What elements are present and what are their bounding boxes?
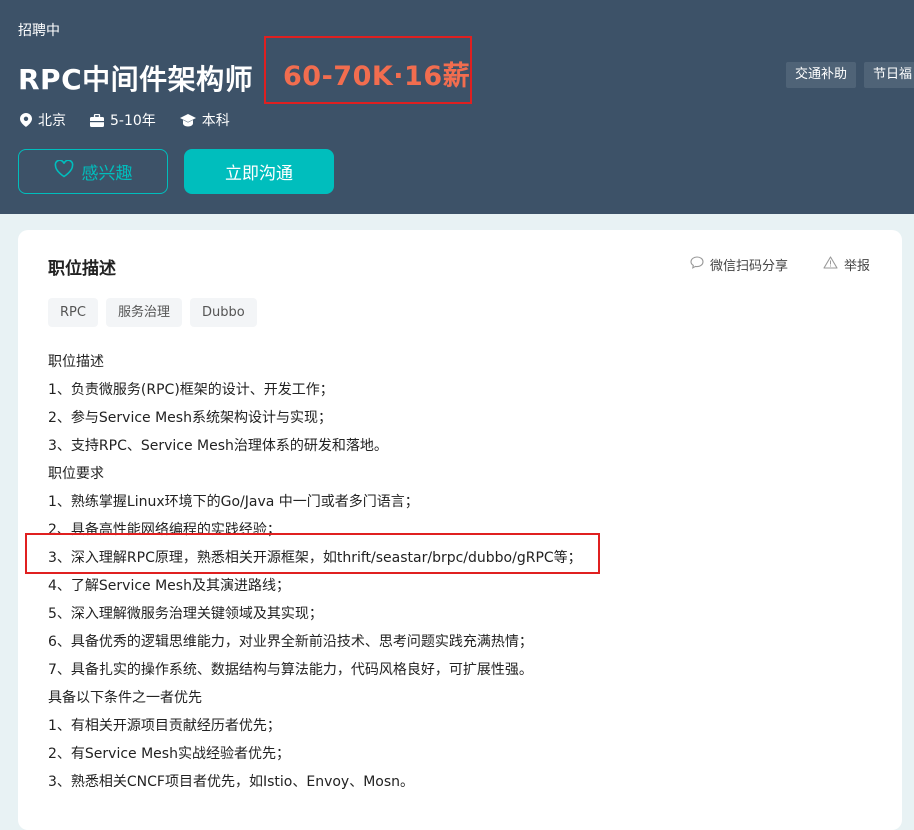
description-line: 2、参与Service Mesh系统架构设计与实现； <box>48 410 332 426</box>
description-line: 具备以下条件之一者优先 <box>48 690 202 706</box>
report-button[interactable]: 举报 <box>823 255 870 274</box>
description-line: 6、具备优秀的逻辑思维能力，对业界全新前沿技术、思考问题实践充满热情； <box>48 634 533 650</box>
interest-label: 感兴趣 <box>81 164 133 184</box>
benefit-tag: 节日福 <box>864 62 914 88</box>
job-description-card: 职位描述 微信扫码分享 举报 RPC 服务治理 Dubbo 职位描述 1、负责微… <box>18 230 902 830</box>
meta-degree: 本科 <box>179 110 230 130</box>
skill-tag: 服务治理 <box>105 298 182 327</box>
skill-tags: RPC 服务治理 Dubbo <box>48 298 257 327</box>
description-line: 3、熟悉相关CNCF项目者优先，如Istio、Envoy、Mosn。 <box>48 774 415 790</box>
graduation-cap-icon <box>179 113 196 127</box>
share-label: 微信扫码分享 <box>710 259 789 274</box>
benefit-tags: 交通补助 节日福 <box>786 62 914 88</box>
report-label: 举报 <box>844 259 871 274</box>
meta-experience: 5-10年 <box>90 110 156 130</box>
heart-icon <box>54 159 74 183</box>
description-line: 4、了解Service Mesh及其演进路线； <box>48 578 290 594</box>
degree-label: 本科 <box>201 113 230 129</box>
description-line: 3、支持RPC、Service Mesh治理体系的研发和落地。 <box>48 438 388 454</box>
description-line: 1、负责微服务(RPC)框架的设计、开发工作； <box>48 382 334 398</box>
description-line: 职位描述 <box>48 354 104 370</box>
interest-button[interactable]: 感兴趣 <box>18 149 168 194</box>
skill-tag: RPC <box>48 298 98 327</box>
city-label: 北京 <box>38 113 66 129</box>
chat-bubble-icon <box>690 256 704 273</box>
job-header: 招聘中 RPC中间件架构师 60-70K·16薪 交通补助 节日福 北京 5-1… <box>0 0 914 214</box>
job-status: 招聘中 <box>18 23 60 39</box>
location-pin-icon <box>20 113 32 127</box>
meta-city: 北京 <box>20 110 66 130</box>
chat-now-button[interactable]: 立即沟通 <box>184 149 334 194</box>
job-title: RPC中间件架构师 <box>18 63 254 96</box>
description-line: 职位要求 <box>48 466 104 482</box>
requirement-highlight-box <box>25 533 600 574</box>
description-line: 5、深入理解微服务治理关键领域及其实现； <box>48 606 323 622</box>
skill-tag: Dubbo <box>189 298 257 327</box>
description-line: 1、熟练掌握Linux环境下的Go/Java 中一门或者多门语言； <box>48 494 419 510</box>
warning-icon <box>823 256 838 273</box>
description-line: 2、有Service Mesh实战经验者优先； <box>48 746 290 762</box>
description-line: 1、有相关开源项目贡献经历者优先； <box>48 718 281 734</box>
section-title: 职位描述 <box>48 259 116 279</box>
salary: 60-70K·16薪 <box>283 61 471 92</box>
description-line: 7、具备扎实的操作系统、数据结构与算法能力，代码风格良好，可扩展性强。 <box>48 662 533 678</box>
experience-label: 5-10年 <box>110 113 156 129</box>
wechat-share-button[interactable]: 微信扫码分享 <box>690 255 788 274</box>
benefit-tag: 交通补助 <box>786 62 857 88</box>
job-meta: 北京 5-10年 本科 <box>20 110 230 130</box>
briefcase-icon <box>90 113 104 127</box>
